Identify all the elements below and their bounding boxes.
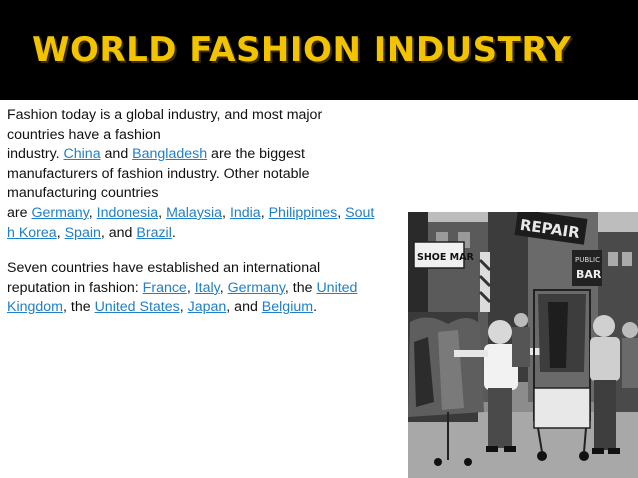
link-germany-2[interactable]: Germany <box>228 280 285 296</box>
link-germany[interactable]: Germany <box>31 205 88 221</box>
text: , <box>186 279 195 296</box>
link-south-korea[interactable]: Sout <box>345 205 374 221</box>
link-spain[interactable]: Spain <box>65 225 101 241</box>
text: , <box>260 204 269 221</box>
photo-illustration: REPAIR SHOE MAR PUBLIC BAR <box>408 212 638 478</box>
text: , <box>158 204 167 221</box>
text: Fashion today is a global industry, and … <box>7 107 323 123</box>
text: and <box>100 146 133 163</box>
text: . <box>171 224 176 241</box>
sign-bar-text: BAR <box>576 268 602 281</box>
link-china[interactable]: China <box>64 146 101 162</box>
text: , the <box>284 279 317 296</box>
link-philippines[interactable]: Philippines <box>269 205 338 221</box>
link-italy[interactable]: Italy <box>195 280 220 296</box>
link-india[interactable]: India <box>230 205 261 221</box>
text: manufacturers of fashion industry. Other… <box>7 165 310 182</box>
text: are <box>7 204 32 221</box>
text: reputation in fashion: <box>7 279 143 296</box>
text: , <box>88 204 97 221</box>
paragraph-manufacturing: Fashion today is a global industry, and … <box>7 106 389 243</box>
link-belgium[interactable]: Belgium <box>262 299 313 315</box>
link-united-kingdom[interactable]: Kingdom <box>7 299 63 315</box>
link-france[interactable]: France <box>143 280 187 296</box>
link-indonesia[interactable]: Indonesia <box>97 205 159 221</box>
text: . <box>313 299 318 316</box>
text: industry. <box>7 146 64 163</box>
title-bar: WORLD FASHION INDUSTRY <box>0 0 638 100</box>
sign-public-text: PUBLIC <box>575 256 600 264</box>
text: , and <box>226 299 262 316</box>
link-united-kingdom[interactable]: United <box>316 280 357 296</box>
text: , <box>222 204 230 221</box>
text: manufacturing countries <box>7 185 159 202</box>
text: , the <box>63 299 95 316</box>
text: , <box>179 299 188 316</box>
text: are the biggest <box>207 146 305 163</box>
slide-title: WORLD FASHION INDUSTRY <box>32 30 572 70</box>
link-united-states[interactable]: United States <box>95 299 180 315</box>
sign-shoe-text: SHOE MAR <box>417 252 474 263</box>
link-japan[interactable]: Japan <box>188 299 227 315</box>
text: , <box>56 224 65 241</box>
paragraph-fashion-countries: Seven countries have established an inte… <box>7 259 389 318</box>
text: countries have a fashion <box>7 126 161 143</box>
link-bangladesh[interactable]: Bangladesh <box>132 146 207 162</box>
link-south-korea[interactable]: h Korea <box>7 225 57 241</box>
text: Seven countries have established an inte… <box>7 260 321 277</box>
text: , <box>337 204 346 221</box>
text: , and <box>100 224 137 241</box>
garment-district-photo: REPAIR SHOE MAR PUBLIC BAR <box>408 212 638 478</box>
link-malaysia[interactable]: Malaysia <box>166 205 222 221</box>
link-brazil[interactable]: Brazil <box>136 225 171 241</box>
slide-body: Fashion today is a global industry, and … <box>7 106 389 318</box>
text: , <box>219 279 228 296</box>
